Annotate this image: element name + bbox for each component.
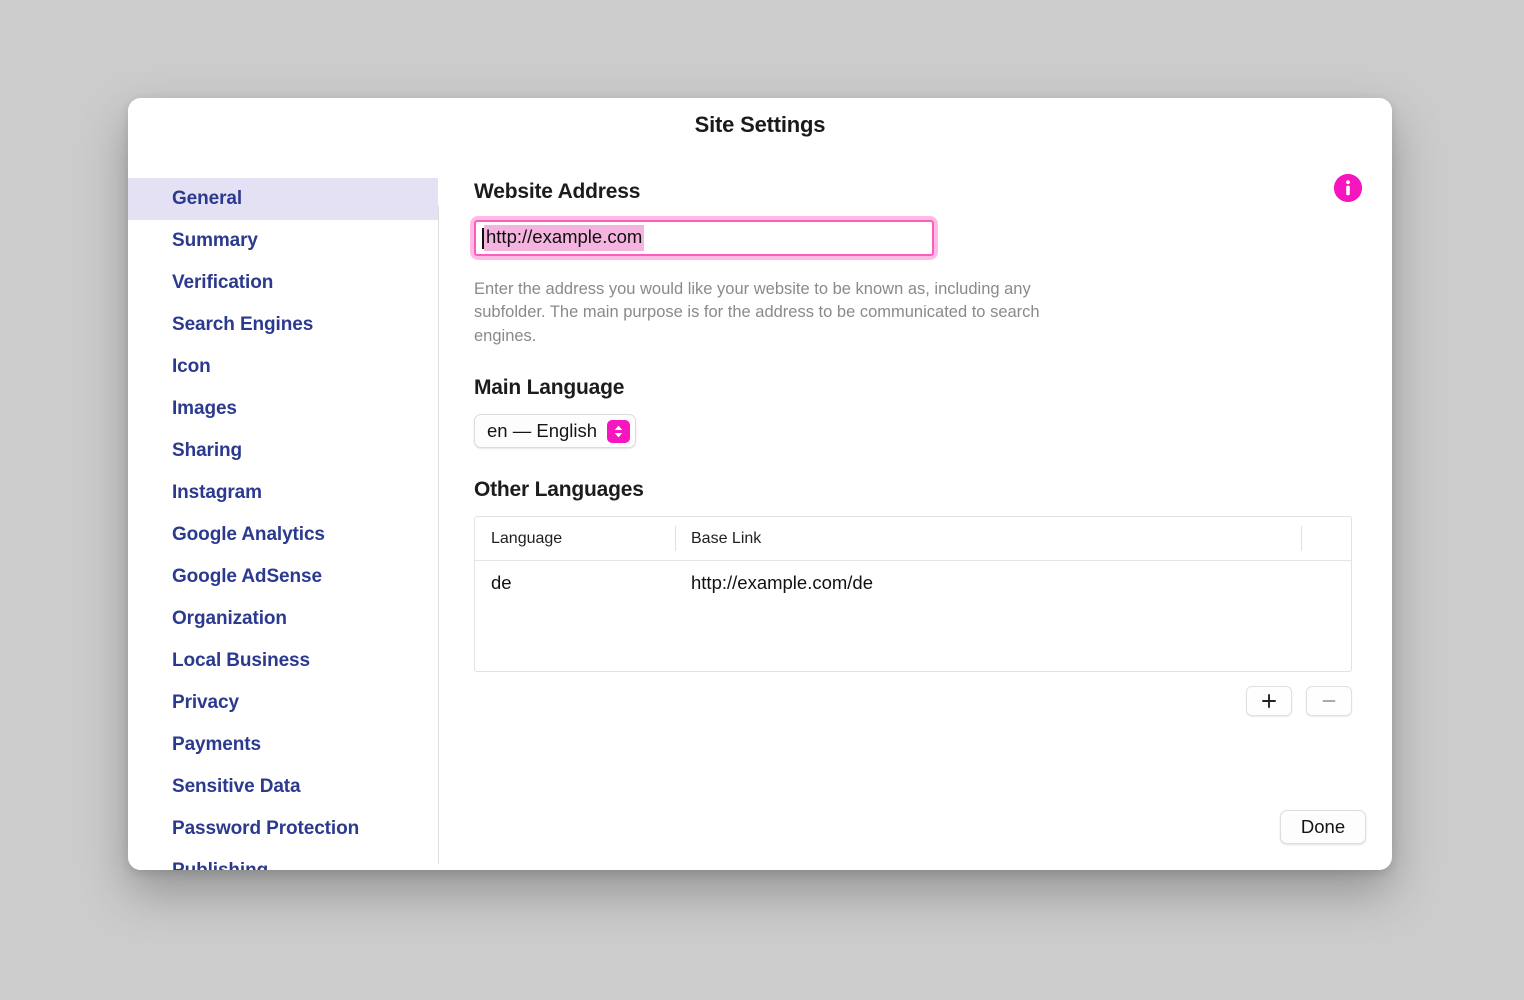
website-address-help-text: Enter the address you would like your we… xyxy=(474,280,1040,345)
sidebar-item-label: Icon xyxy=(172,356,211,377)
site-settings-window: Site Settings General Summary Verification… xyxy=(128,98,1392,870)
other-languages-table[interactable]: Language Base Link de http://example.com/… xyxy=(474,516,1352,673)
main-language-label: Main Language xyxy=(474,376,625,400)
column-divider-extra xyxy=(1301,526,1302,552)
table-row[interactable]: de http://example.com/de xyxy=(475,561,1351,605)
sidebar-item-local-business[interactable]: Local Business xyxy=(128,640,438,682)
done-button[interactable]: Done xyxy=(1280,810,1366,844)
page-title: Site Settings xyxy=(694,112,826,137)
sidebar-item-label: Organization xyxy=(172,608,287,629)
sidebar-item-label: Images xyxy=(172,398,237,419)
sidebar-item-google-adsense[interactable]: Google AdSense xyxy=(128,556,438,598)
table-header-row: Language Base Link xyxy=(475,517,1351,562)
cell-base-link: http://example.com/de xyxy=(691,572,874,594)
sidebar-item-verification[interactable]: Verification xyxy=(128,262,438,304)
sidebar-item-images[interactable]: Images xyxy=(128,388,438,430)
sidebar-item-label: Search Engines xyxy=(172,314,314,335)
window-titlebar: Site Settings xyxy=(128,98,1392,152)
sidebar-item-icon[interactable]: Icon xyxy=(128,346,438,388)
cell-language: de xyxy=(491,572,512,594)
sidebar-item-publishing[interactable]: Publishing xyxy=(128,850,438,870)
sidebar-item-search-engines[interactable]: Search Engines xyxy=(128,304,438,346)
add-language-button[interactable] xyxy=(1246,686,1292,717)
sidebar-item-summary[interactable]: Summary xyxy=(128,220,438,262)
sidebar-item-general[interactable]: General xyxy=(128,178,438,220)
column-header-language[interactable]: Language xyxy=(475,517,675,560)
sidebar-item-sensitive-data[interactable]: Sensitive Data xyxy=(128,766,438,808)
sidebar-divider xyxy=(438,206,439,864)
window-body: General Summary Verification Search Engines… xyxy=(128,152,1392,870)
sidebar-item-label: General xyxy=(172,188,243,209)
website-address-label: Website Address xyxy=(474,180,641,203)
sidebar-item-label: Publishing xyxy=(172,860,268,870)
sidebar-item-label: Google AdSense xyxy=(172,566,322,587)
column-header-base-link[interactable]: Base Link xyxy=(675,517,1351,560)
settings-sidebar[interactable]: General Summary Verification Search Engines… xyxy=(128,152,438,870)
sidebar-item-password-protection[interactable]: Password Protection xyxy=(128,808,438,850)
sidebar-item-google-analytics[interactable]: Google Analytics xyxy=(128,514,438,556)
sidebar-item-instagram[interactable]: Instagram xyxy=(128,472,438,514)
sidebar-item-label: Local Business xyxy=(172,650,310,671)
sidebar-item-privacy[interactable]: Privacy xyxy=(128,682,438,724)
sidebar-item-label: Sharing xyxy=(172,440,243,461)
column-header-base-link-label: Base Link xyxy=(691,529,762,547)
sidebar-item-label: Summary xyxy=(172,230,258,251)
main-language-value: en — English xyxy=(487,420,598,442)
main-language-select[interactable]: en — English xyxy=(474,414,637,449)
table-action-buttons xyxy=(474,686,1352,717)
sidebar-item-sharing[interactable]: Sharing xyxy=(128,430,438,472)
chevron-up-down-icon[interactable] xyxy=(607,419,631,443)
remove-language-button[interactable] xyxy=(1306,686,1352,717)
column-divider xyxy=(675,526,676,552)
sidebar-item-label: Google Analytics xyxy=(172,524,325,545)
sidebar-item-label: Instagram xyxy=(172,482,262,503)
sidebar-item-label: Password Protection xyxy=(172,818,360,839)
settings-main-panel: Website Address http://example.com Enter… xyxy=(438,152,1392,870)
table-body: de http://example.com/de xyxy=(475,561,1351,605)
sidebar-item-organization[interactable]: Organization xyxy=(128,598,438,640)
sidebar-item-label: Sensitive Data xyxy=(172,776,301,797)
info-icon[interactable] xyxy=(1334,174,1362,202)
sidebar-item-payments[interactable]: Payments xyxy=(128,724,438,766)
website-address-field[interactable]: http://example.com xyxy=(474,220,934,256)
sidebar-item-label: Privacy xyxy=(172,692,239,713)
website-address-input[interactable]: http://example.com xyxy=(474,220,934,256)
sidebar-item-label: Payments xyxy=(172,734,261,755)
other-languages-label: Other Languages xyxy=(474,478,644,502)
sidebar-item-label: Verification xyxy=(172,272,274,293)
website-address-value: http://example.com xyxy=(484,225,645,251)
